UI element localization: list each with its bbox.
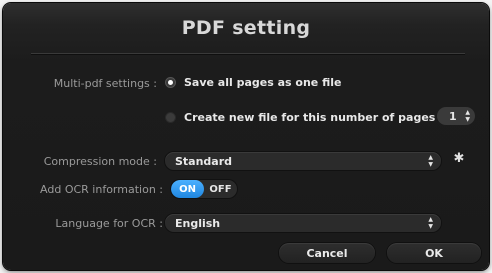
ocr-toggle-off[interactable]: OFF xyxy=(204,180,237,198)
multi-pdf-label: Multi-pdf settings : xyxy=(53,77,157,90)
dialog-title: PDF setting xyxy=(181,17,311,39)
language-value: English xyxy=(175,216,221,230)
language-label: Language for OCR : xyxy=(55,217,163,230)
compression-value: Standard xyxy=(175,154,233,168)
radio-unselected-icon[interactable] xyxy=(165,112,176,123)
up-down-arrows-icon: ▲ ▼ xyxy=(428,154,433,168)
ocr-toggle[interactable]: ON OFF xyxy=(171,180,237,198)
gear-icon[interactable]: ✱ xyxy=(452,152,466,166)
ok-button[interactable]: OK xyxy=(387,243,481,263)
compression-select[interactable]: Standard ▲ ▼ xyxy=(165,152,441,170)
pdf-setting-dialog: PDF setting Multi-pdf settings : Save al… xyxy=(3,3,489,270)
radio-create-new[interactable]: Create new file for this number of pages xyxy=(165,111,435,124)
language-select[interactable]: English ▲ ▼ xyxy=(165,214,441,232)
cancel-button[interactable]: Cancel xyxy=(279,243,375,263)
pages-stepper-value: 1 xyxy=(449,109,457,123)
radio-create-new-label: Create new file for this number of pages xyxy=(184,111,436,124)
pages-stepper[interactable]: 1 ▲ ▼ xyxy=(437,107,475,125)
up-down-arrows-icon: ▲ ▼ xyxy=(428,216,433,230)
compression-label: Compression mode : xyxy=(43,155,157,168)
title-divider xyxy=(31,53,465,55)
up-down-arrows-icon[interactable]: ▲ ▼ xyxy=(465,109,470,123)
radio-selected-icon[interactable] xyxy=(165,77,176,88)
radio-save-all[interactable]: Save all pages as one file xyxy=(165,76,341,89)
ocr-label: Add OCR information : xyxy=(40,183,163,196)
radio-save-all-label: Save all pages as one file xyxy=(184,76,342,89)
ocr-toggle-on[interactable]: ON xyxy=(171,180,204,198)
